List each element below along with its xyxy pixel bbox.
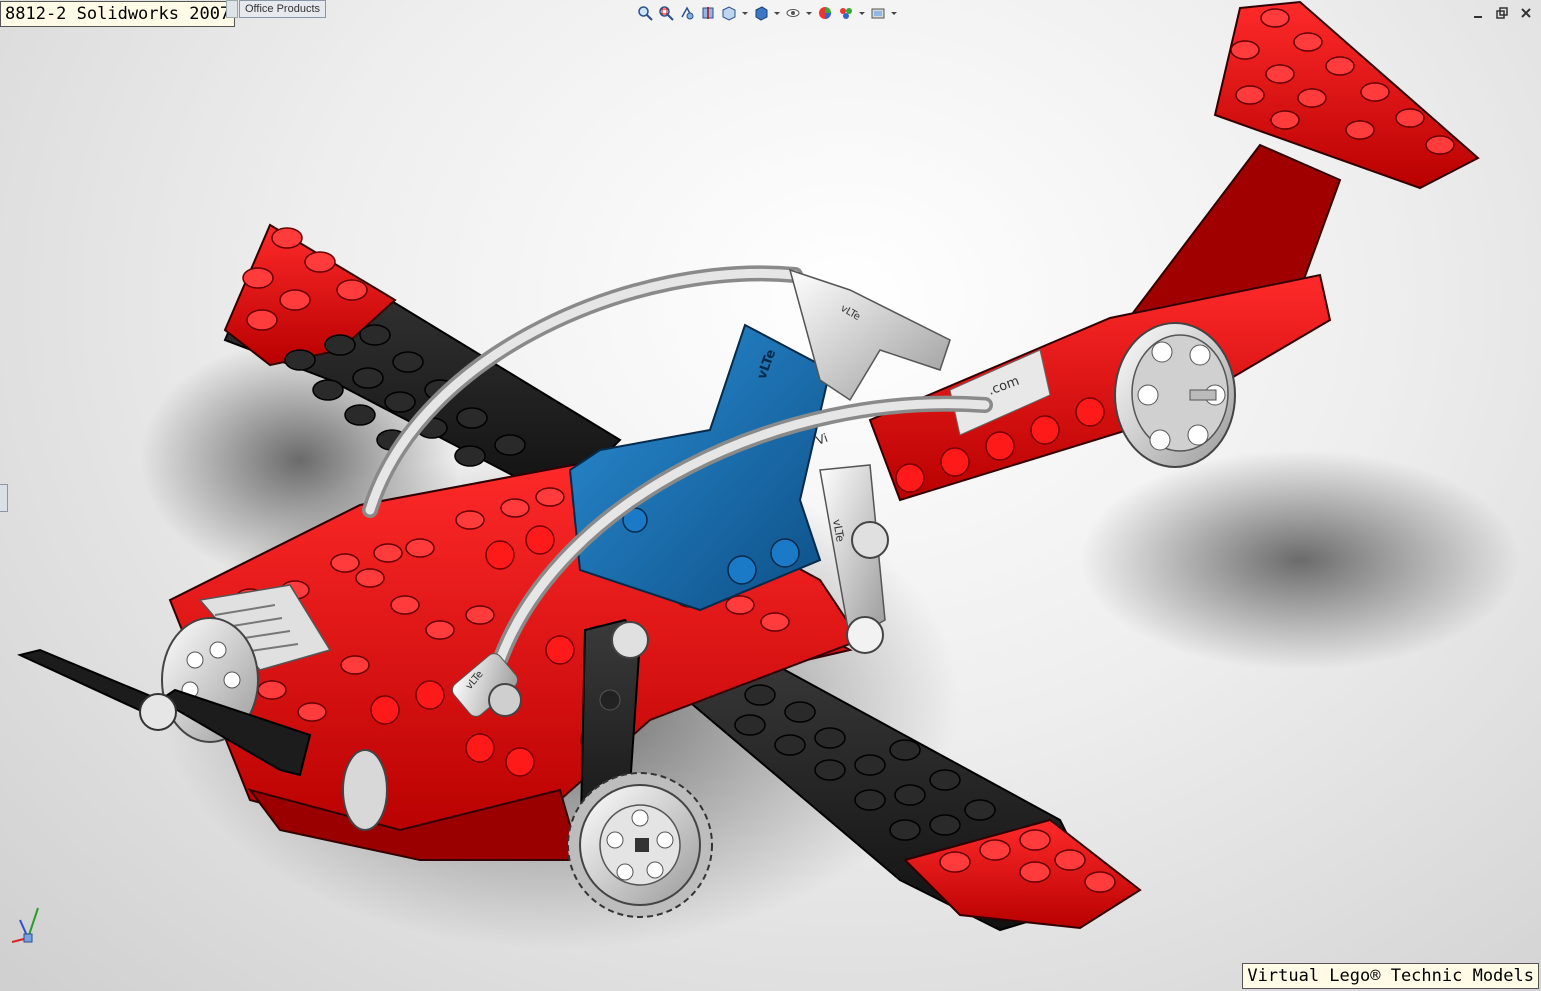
landing-wheel	[567, 772, 713, 918]
display-style-icon[interactable]	[752, 4, 770, 22]
command-manager-tab-stub[interactable]	[226, 0, 238, 18]
view-orientation-icon[interactable]	[720, 4, 738, 22]
underside-gear	[342, 749, 388, 831]
previous-view-icon[interactable]	[678, 4, 696, 22]
minimize-icon[interactable]	[1471, 6, 1485, 20]
close-icon[interactable]	[1519, 6, 1533, 20]
reference-triad	[11, 907, 39, 943]
zoom-to-fit-icon[interactable]	[636, 4, 654, 22]
apply-scene-icon[interactable]	[837, 4, 855, 22]
restore-icon[interactable]	[1495, 6, 1509, 20]
axle-bushing	[611, 621, 649, 659]
lego-airplane-model[interactable]: .com vLTe vLTe vLTe Vi vLTe	[0, 0, 1541, 991]
strut-gear	[851, 521, 889, 559]
graphics-area[interactable]: .com vLTe vLTe vLTe Vi vLTe 8812-2 Solid…	[0, 0, 1541, 991]
hide-show-icon[interactable]	[784, 4, 802, 22]
zoom-to-area-icon[interactable]	[657, 4, 675, 22]
seat-label: Vi	[814, 431, 829, 448]
view-settings-icon[interactable]	[869, 4, 887, 22]
ground-shadow	[1080, 450, 1520, 670]
footer-label: Virtual Lego® Technic Models	[1242, 963, 1539, 989]
heads-up-view-toolbar	[636, 4, 898, 22]
chevron-down-icon[interactable]	[741, 4, 749, 22]
chevron-down-icon[interactable]	[858, 4, 866, 22]
section-view-icon[interactable]	[699, 4, 717, 22]
tail-wheel	[1114, 322, 1236, 468]
chevron-down-icon[interactable]	[890, 4, 898, 22]
chevron-down-icon[interactable]	[773, 4, 781, 22]
edit-appearance-icon[interactable]	[816, 4, 834, 22]
strut-bushing	[846, 616, 884, 654]
strut-axle-hole	[599, 689, 621, 711]
window-title-label: 8812-2 Solidworks 2007	[0, 1, 236, 27]
window-controls	[1471, 6, 1533, 20]
chevron-down-icon[interactable]	[805, 4, 813, 22]
feature-manager-flyout-handle[interactable]	[0, 484, 8, 512]
tab-office-products[interactable]: Office Products	[239, 0, 326, 18]
